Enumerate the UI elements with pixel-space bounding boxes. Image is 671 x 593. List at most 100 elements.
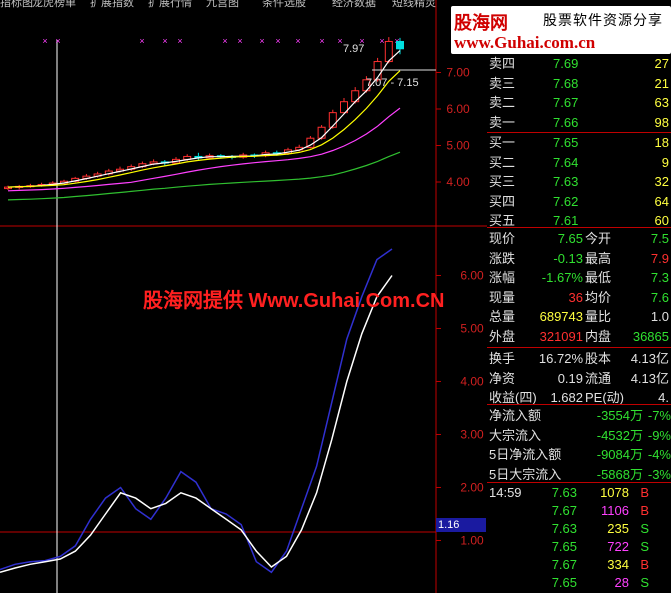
bid-price: 7.65: [553, 135, 579, 150]
stats-separator: [487, 227, 671, 228]
stat-row: 现量 36 均价 7.6: [487, 288, 671, 308]
stat-label: 现量: [489, 289, 516, 305]
tick-volume: 235: [607, 521, 629, 536]
stat-row: 外盘 321091 内盘 36865: [487, 327, 671, 347]
signal-mark: ×: [177, 36, 182, 46]
ask-label: 卖一: [489, 114, 516, 130]
bid-volume: 32: [654, 174, 669, 189]
guhai-logo: 股海网 股票软件资源分享 www.Guhai.com.cn: [451, 6, 671, 54]
stat-row: 总量 689743 量比 1.0: [487, 307, 671, 327]
stat-label: 最高: [585, 250, 612, 266]
ask-label: 卖二: [489, 95, 516, 110]
signal-mark: ×: [275, 36, 280, 46]
bid-row: 买四 7.62 64: [487, 192, 671, 212]
stat-value: 7.9: [650, 250, 669, 266]
signal-mark: ×: [259, 36, 264, 46]
tick-price: 7.63: [551, 485, 577, 500]
tick-row: 7.63 235 S: [487, 519, 671, 539]
tick-side: S: [640, 575, 649, 590]
stat-label: 流通: [585, 370, 612, 386]
stat-value: 1.0: [650, 309, 669, 324]
bid-row: 买三 7.63 32: [487, 172, 671, 192]
stat-value: 689743: [539, 309, 583, 324]
tick-price: 7.67: [551, 557, 577, 572]
stat-label: 量比: [585, 309, 612, 324]
tick-volume: 722: [607, 539, 629, 554]
price-axis-tick: 7.00: [446, 66, 470, 80]
bid-label: 买一: [489, 135, 516, 150]
stat-label: 换手: [489, 351, 516, 366]
flow-percent: -7%: [647, 408, 671, 423]
high-price-label: 7.97: [343, 43, 364, 55]
bid-row: 买一 7.65 18: [487, 133, 671, 153]
stat-label: 涨幅: [489, 270, 516, 285]
ask-label: 卖三: [489, 75, 516, 91]
bid-label: 买二: [489, 154, 516, 170]
tick-price: 7.63: [551, 521, 577, 536]
flow-value: -4532万: [596, 427, 643, 443]
tick-volume: 1106: [601, 503, 629, 518]
signal-mark: ×: [222, 36, 227, 46]
watermark-text: 股海网提供 Www.Guhai.Com.CN: [143, 290, 445, 312]
logo-url: www.Guhai.com.cn: [454, 33, 596, 52]
tick-time: 14:59: [489, 485, 522, 500]
ask-row: 卖四 7.69 27: [487, 54, 671, 74]
stat-label: 现价: [489, 231, 516, 246]
price-axis-tick: 5.00: [446, 139, 470, 153]
stat-row: 净资 0.19 流通 4.13亿: [487, 369, 671, 389]
ask-label: 卖四: [489, 56, 516, 71]
logo-brand: 股海网: [454, 13, 508, 33]
candle-body: [328, 112, 337, 128]
tick-volume: 28: [614, 575, 629, 590]
flow-row: 净流入额 -3554万 -7%: [487, 406, 671, 426]
tick-row: 7.67 1106 B: [487, 501, 671, 521]
flow-separator: [487, 404, 671, 405]
stat-label: 最低: [585, 270, 612, 285]
stat-label: 收益(四): [489, 390, 537, 405]
signal-mark: ×: [337, 36, 342, 46]
stat-row: 收益(四) 1.682 PE(动) 4.: [487, 388, 671, 408]
stat-value: 16.72%: [538, 351, 583, 366]
stat-row: 涨跌 -0.13 最高 7.9: [487, 249, 671, 269]
indicator-line-white: [0, 275, 393, 574]
flow-label: 5日净流入额: [489, 447, 562, 462]
bid-row: 买五 7.61 60: [487, 211, 671, 231]
bid-row: 买二 7.64 9: [487, 153, 671, 173]
stat-row: 涨幅 -1.67% 最低 7.3: [487, 268, 671, 288]
ma-line-short: [7, 50, 401, 188]
stat-value: 321091: [539, 328, 583, 344]
candle-body: [396, 40, 404, 50]
tick-side: S: [640, 539, 649, 554]
flow-value: -3554万: [596, 408, 643, 423]
stat-label: 内盘: [585, 328, 612, 344]
flow-row: 大宗流入 -4532万 -9%: [487, 426, 671, 446]
ask-price: 7.67: [553, 95, 579, 110]
stat-label: 外盘: [489, 328, 516, 344]
flow-label: 大宗流入: [489, 427, 542, 443]
stats2-separator: [487, 347, 671, 348]
ask-row: 卖三 7.68 21: [487, 74, 671, 94]
ask-row: 卖一 7.66 98: [487, 113, 671, 133]
logo-slogan: 股票软件资源分享: [543, 12, 663, 28]
price-range-label: 7.07 - 7.15: [366, 77, 419, 89]
stat-label: 均价: [585, 289, 612, 305]
stat-value: 36: [568, 289, 583, 305]
tick-row: 7.67 334 B: [487, 555, 671, 575]
indicator-axis-tick: 4.00: [460, 374, 484, 388]
signal-mark: ×: [42, 36, 47, 46]
bid-label: 买五: [489, 213, 516, 228]
signal-mark: ×: [55, 36, 60, 46]
quote-panel: 卖四 7.69 27 卖三 7.68 21 卖二 7.67 63 卖一 7.66 98 买一 7.65 18…: [487, 0, 671, 593]
stat-value: 0.19: [557, 370, 583, 386]
indicator-current-value: 1.16: [436, 518, 486, 532]
signal-mark: ×: [319, 36, 324, 46]
ask-price: 7.69: [553, 56, 579, 71]
stat-value: 4.: [658, 390, 669, 405]
bid-volume: 64: [654, 193, 669, 209]
flow-percent: -9%: [647, 427, 671, 443]
flow-value: -9084万: [596, 447, 643, 462]
ask-volume: 27: [654, 56, 669, 71]
tick-side: B: [640, 557, 649, 572]
indicator-axis-tick: 5.00: [460, 321, 484, 335]
stat-value: 7.3: [650, 270, 669, 285]
